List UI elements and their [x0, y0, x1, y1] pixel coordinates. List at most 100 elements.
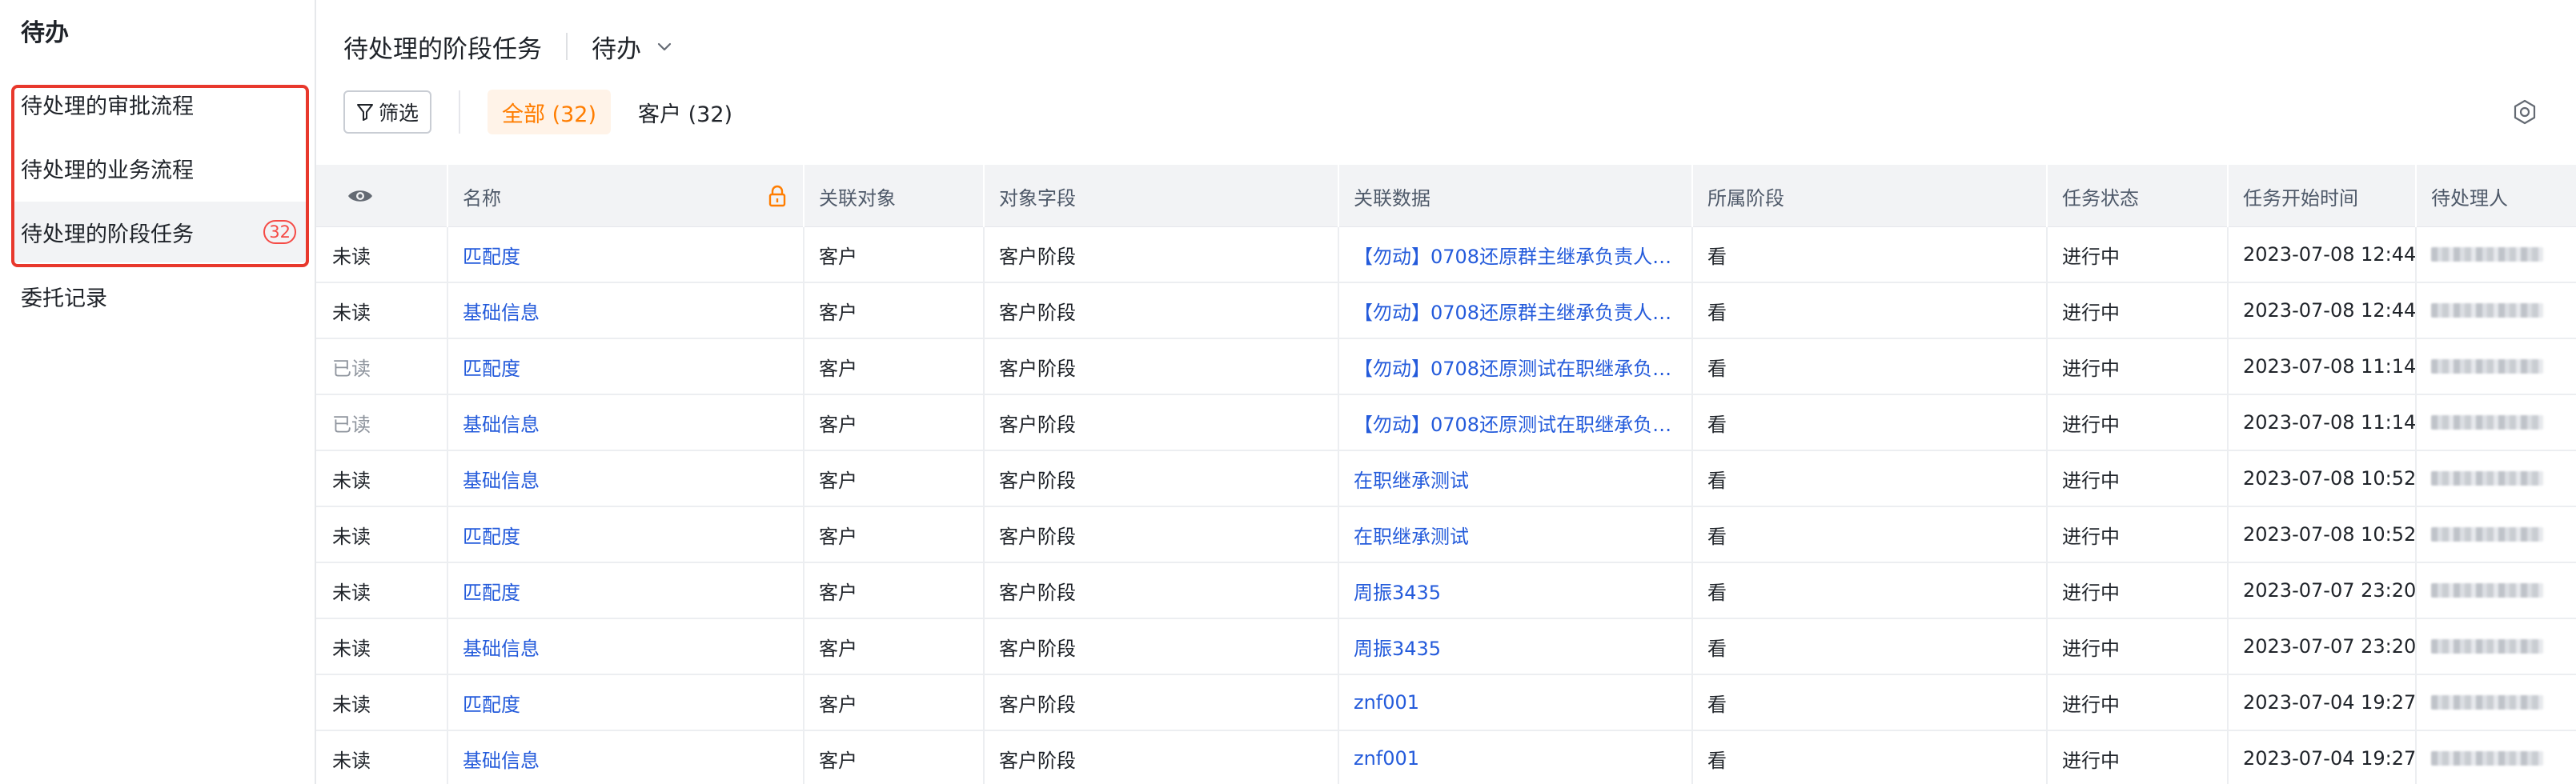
assignee-redacted [2431, 751, 2543, 766]
column-header-related-data[interactable]: 关联数据 [1339, 165, 1693, 227]
related-data-link[interactable]: 【勿动】0708还原测试在职继承负责人 [1339, 339, 1693, 394]
table-row[interactable]: 已读 基础信息 客户 客户阶段 【勿动】0708还原测试在职继承负责人 看 进行… [316, 395, 2576, 451]
related-data-link[interactable]: znf001 [1339, 675, 1693, 730]
task-name-link[interactable]: 基础信息 [448, 619, 804, 674]
view-dropdown[interactable]: 待办 [592, 29, 673, 65]
related-data-link[interactable]: 【勿动】0708还原群主继承负责人测试 [1339, 283, 1693, 338]
task-name: 匹配度 [463, 245, 520, 268]
start-time-cell: 2023-07-08 12:44 [2229, 227, 2417, 282]
task-name-link[interactable]: 匹配度 [448, 675, 804, 730]
tab-all[interactable]: 全部 (32) [488, 90, 612, 134]
header-divider [566, 33, 568, 60]
assignee-redacted [2431, 415, 2543, 430]
object-field-cell: 客户阶段 [985, 563, 1339, 618]
task-status-cell: 进行中 [2048, 283, 2229, 338]
tab-customer[interactable]: 客户 (32) [624, 90, 747, 134]
table-row[interactable]: 未读 匹配度 客户 客户阶段 【勿动】0708还原群主继承负责人测试 看 进行中… [316, 227, 2576, 283]
task-name-link[interactable]: 匹配度 [448, 563, 804, 618]
column-header-task-status[interactable]: 任务状态 [2048, 165, 2229, 227]
settings-button[interactable] [2509, 96, 2541, 128]
assignee-cell [2417, 563, 2576, 618]
related-data-link[interactable]: 在职继承测试 [1339, 451, 1693, 506]
related-data-link[interactable]: 周振3435 [1339, 563, 1693, 618]
sidebar-item-approval-flow[interactable]: 待处理的审批流程 [11, 74, 307, 134]
task-name-link[interactable]: 基础信息 [448, 451, 804, 506]
table-row[interactable]: 未读 基础信息 客户 客户阶段 znf001 看 进行中 2023-07-04 … [316, 731, 2576, 784]
task-name-link[interactable]: 基础信息 [448, 731, 804, 784]
assignee-redacted [2431, 527, 2543, 542]
related-data: 在职继承测试 [1354, 469, 1469, 492]
read-status: 已读 [332, 357, 371, 380]
stage: 看 [1707, 525, 1727, 548]
start-time-cell: 2023-07-04 19:27 [2229, 731, 2417, 784]
read-status-cell: 未读 [316, 451, 448, 506]
read-status-cell: 已读 [316, 395, 448, 450]
column-header-stage[interactable]: 所属阶段 [1693, 165, 2048, 227]
related-data: 【勿动】0708还原群主继承负责人测试 [1354, 245, 1674, 268]
column-header-label: 关联数据 [1354, 186, 1430, 210]
stage-cell: 看 [1693, 563, 2048, 618]
start-time-cell: 2023-07-07 23:20 [2229, 563, 2417, 618]
task-name: 匹配度 [463, 525, 520, 548]
related-data: znf001 [1354, 691, 1420, 714]
read-status-cell: 未读 [316, 283, 448, 338]
sidebar-item-delegation-records[interactable]: 委托记录 [11, 266, 307, 326]
related-data-link[interactable]: 周振3435 [1339, 619, 1693, 674]
related-data-link[interactable]: znf001 [1339, 731, 1693, 784]
column-header-object-field[interactable]: 对象字段 [985, 165, 1339, 227]
start-time: 2023-07-08 10:52 [2243, 467, 2417, 490]
task-name-link[interactable]: 基础信息 [448, 395, 804, 450]
related-object: 客户 [819, 637, 857, 660]
sidebar-item-stage-tasks[interactable]: 待处理的阶段任务 32 [11, 202, 307, 262]
column-header-related-object[interactable]: 关联对象 [804, 165, 985, 227]
object-field-cell: 客户阶段 [985, 339, 1339, 394]
column-header-start-time[interactable]: 任务开始时间 [2229, 165, 2417, 227]
table-row[interactable]: 已读 匹配度 客户 客户阶段 【勿动】0708还原测试在职继承负责人 看 进行中… [316, 339, 2576, 395]
object-field: 客户阶段 [999, 749, 1076, 772]
related-object-cell: 客户 [804, 283, 985, 338]
object-field-cell: 客户阶段 [985, 619, 1339, 674]
table-row[interactable]: 未读 匹配度 客户 客户阶段 znf001 看 进行中 2023-07-04 1… [316, 675, 2576, 731]
stage-cell: 看 [1693, 395, 2048, 450]
task-name-link[interactable]: 匹配度 [448, 339, 804, 394]
table-row[interactable]: 未读 基础信息 客户 客户阶段 在职继承测试 看 进行中 2023-07-08 … [316, 451, 2576, 507]
read-status: 未读 [332, 525, 371, 548]
object-field-cell: 客户阶段 [985, 507, 1339, 562]
stage: 看 [1707, 301, 1727, 324]
table-row[interactable]: 未读 基础信息 客户 客户阶段 【勿动】0708还原群主继承负责人测试 看 进行… [316, 283, 2576, 339]
read-status: 未读 [332, 749, 371, 772]
filter-button[interactable]: 筛选 [343, 90, 432, 134]
task-status: 进行中 [2062, 301, 2120, 324]
column-header-assignee[interactable]: 待处理人 [2417, 165, 2576, 227]
task-name-link[interactable]: 基础信息 [448, 283, 804, 338]
table-row[interactable]: 未读 基础信息 客户 客户阶段 周振3435 看 进行中 2023-07-07 … [316, 619, 2576, 675]
task-name: 匹配度 [463, 581, 520, 604]
read-status: 未读 [332, 581, 371, 604]
object-field: 客户阶段 [999, 301, 1076, 324]
read-status: 未读 [332, 469, 371, 492]
stage: 看 [1707, 637, 1727, 660]
stage: 看 [1707, 245, 1727, 268]
task-status: 进行中 [2062, 469, 2120, 492]
task-status-cell: 进行中 [2048, 395, 2229, 450]
related-data-link[interactable]: 在职继承测试 [1339, 507, 1693, 562]
task-status-cell: 进行中 [2048, 563, 2229, 618]
related-data-link[interactable]: 【勿动】0708还原群主继承负责人测试 [1339, 227, 1693, 282]
object-field-cell: 客户阶段 [985, 395, 1339, 450]
settings-icon [2514, 99, 2536, 125]
related-data-link[interactable]: 【勿动】0708还原测试在职继承负责人 [1339, 395, 1693, 450]
read-status-column-header[interactable] [316, 165, 448, 227]
task-name-link[interactable]: 匹配度 [448, 227, 804, 282]
table-row[interactable]: 未读 匹配度 客户 客户阶段 周振3435 看 进行中 2023-07-07 2… [316, 563, 2576, 619]
related-object-cell: 客户 [804, 675, 985, 730]
related-object: 客户 [819, 357, 857, 380]
column-header-name[interactable]: 名称 [448, 165, 804, 227]
assignee-redacted [2431, 471, 2543, 486]
object-field: 客户阶段 [999, 245, 1076, 268]
task-name-link[interactable]: 匹配度 [448, 507, 804, 562]
related-object-cell: 客户 [804, 619, 985, 674]
related-data: 【勿动】0708还原测试在职继承负责人 [1354, 357, 1674, 380]
table-row[interactable]: 未读 匹配度 客户 客户阶段 在职继承测试 看 进行中 2023-07-08 1… [316, 507, 2576, 563]
sidebar-item-business-flow[interactable]: 待处理的业务流程 [11, 138, 307, 198]
read-status-cell: 未读 [316, 563, 448, 618]
